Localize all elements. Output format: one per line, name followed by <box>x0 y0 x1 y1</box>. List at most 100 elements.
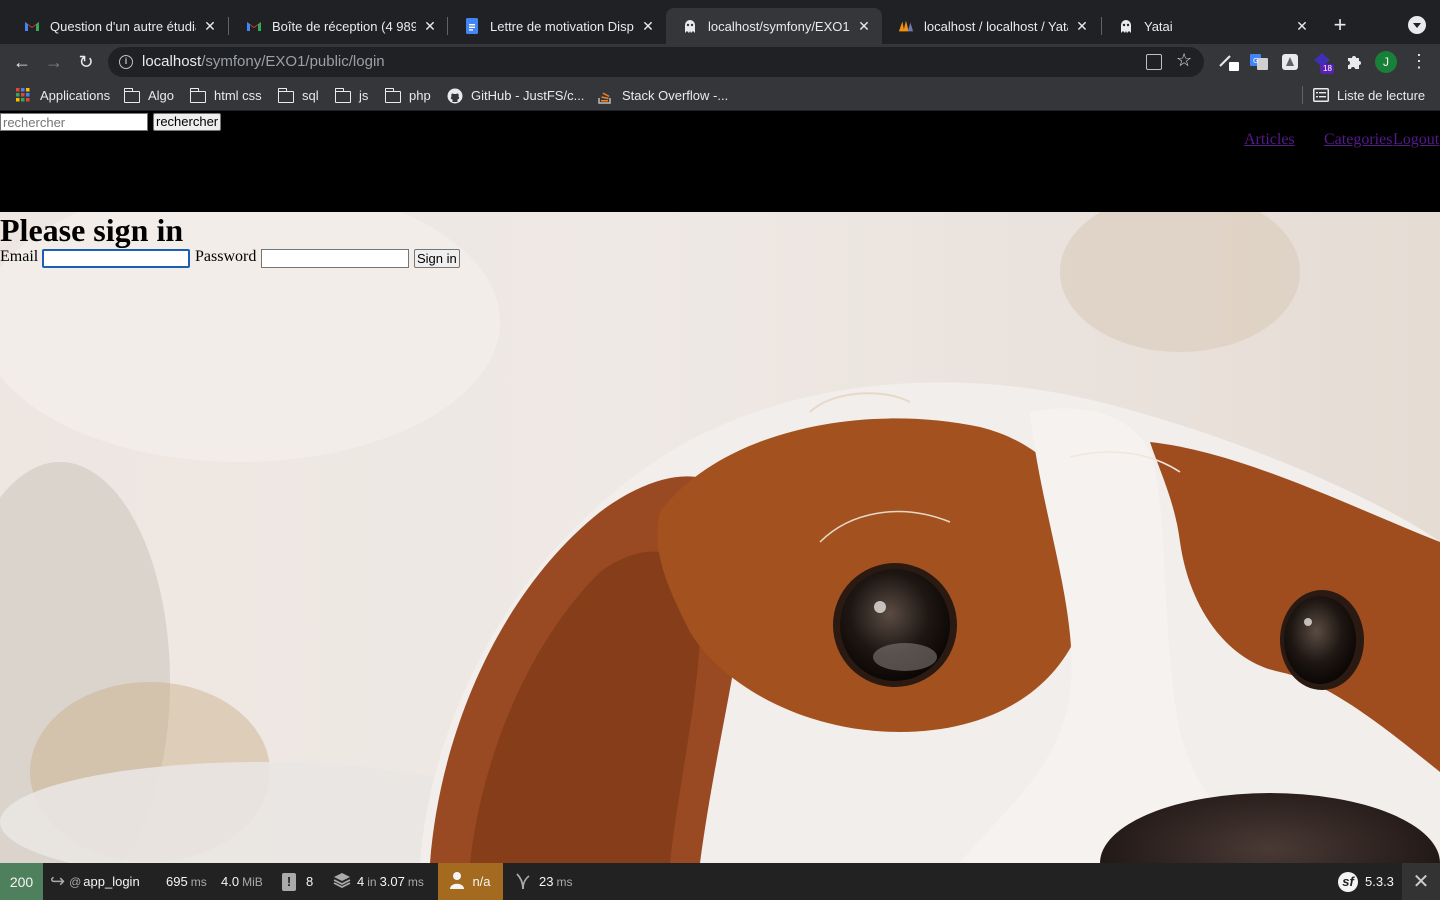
cache-time: 3.07 <box>379 874 405 889</box>
tab-gmail-question[interactable]: Question d'un autre étudiant ✕ <box>8 8 228 44</box>
folder-icon <box>189 87 206 103</box>
nav-link-categories[interactable]: Categories <box>1324 131 1392 149</box>
bookmarks-divider <box>1302 86 1303 104</box>
site-info-icon[interactable]: i <box>119 55 133 69</box>
bookmark-github[interactable]: GitHub - JustFS/c... <box>447 85 584 105</box>
status-code-badge[interactable]: 200 <box>0 863 43 900</box>
gmail-icon <box>246 18 262 34</box>
svg-text:G: G <box>1253 57 1258 65</box>
browser-toolbar: ← → ↻ i localhost/symfony/EXO1/public/lo… <box>0 44 1440 80</box>
bookmark-applications[interactable]: Applications <box>16 85 110 105</box>
tab-gmail-inbox[interactable]: Boîte de réception (4 989) ✕ <box>230 8 448 44</box>
folder-icon <box>277 87 294 103</box>
symfony-version: 5.3.3 <box>1365 874 1394 889</box>
tab-strip: Question d'un autre étudiant ✕ Boîte de … <box>0 0 1440 44</box>
symfony-debug-toolbar: 200 ↪ @ app_login 695 ms 4.0 MiB ! 8 4 i… <box>0 863 1440 900</box>
tab-title: Boîte de réception (4 989) <box>272 18 416 34</box>
menu-kebab-icon[interactable]: ⋮ <box>1410 50 1428 74</box>
close-icon[interactable]: ✕ <box>856 18 872 35</box>
sign-in-button[interactable]: Sign in <box>414 249 460 268</box>
apps-grid-icon <box>16 88 32 102</box>
cache-unit: ms <box>407 874 424 889</box>
close-icon[interactable]: ✕ <box>422 18 438 35</box>
url-host: localhost <box>142 53 202 70</box>
symfony-logo-icon: sf <box>1338 871 1358 892</box>
background-dog-photo: Please sign in Email Password Sign in <box>0 212 1440 863</box>
close-icon[interactable]: ✕ <box>1294 18 1310 35</box>
bookmark-label: html css <box>214 87 262 103</box>
page-title: Please sign in <box>0 212 184 248</box>
extensions-puzzle-icon[interactable] <box>1344 52 1364 72</box>
symfony-version-panel[interactable]: sf 5.3.3 <box>1338 863 1394 900</box>
memory-panel[interactable]: 4.0 MiB <box>221 863 263 900</box>
route-prefix: @ <box>69 874 82 889</box>
reading-list-button[interactable]: Liste de lecture <box>1313 85 1425 105</box>
url-path: /symfony/EXO1/public/login <box>201 53 385 70</box>
time-value: 695 <box>166 874 188 889</box>
bookmark-folder-php[interactable]: php <box>384 85 431 105</box>
twig-unit: ms <box>556 874 573 889</box>
tab-search-icon[interactable] <box>1408 16 1426 34</box>
close-icon[interactable]: ✕ <box>640 18 656 35</box>
github-icon <box>447 88 463 104</box>
translate-icon[interactable] <box>1146 54 1162 70</box>
back-arrow-icon[interactable]: ← <box>10 50 34 74</box>
bookmark-folder-html-css[interactable]: html css <box>189 85 262 105</box>
symfony-ghost-icon <box>1118 18 1134 34</box>
tab-title: localhost/symfony/EXO1/public <box>708 18 850 34</box>
phpmyadmin-icon <box>898 18 914 34</box>
cache-panel[interactable]: 4 in 3.07 ms <box>333 863 424 900</box>
bookmark-folder-sql[interactable]: sql <box>277 85 319 105</box>
tab-phpmyadmin[interactable]: localhost / localhost / Yatai ✕ <box>882 8 1100 44</box>
email-label: Email <box>0 248 39 265</box>
email-field[interactable] <box>42 249 190 268</box>
google-docs-icon <box>464 18 480 34</box>
tab-title: Question d'un autre étudiant <box>50 18 196 34</box>
close-toolbar-icon[interactable]: ✕ <box>1402 863 1440 900</box>
layers-icon <box>333 871 351 892</box>
folder-icon <box>384 87 401 103</box>
password-field[interactable] <box>261 249 409 268</box>
user-icon <box>450 871 465 892</box>
url-text[interactable]: localhost/symfony/EXO1/public/login <box>142 53 385 70</box>
logs-panel[interactable]: ! 8 <box>282 863 313 900</box>
bookmark-folder-algo[interactable]: Algo <box>123 85 175 105</box>
time-panel[interactable]: 695 ms <box>166 863 207 900</box>
tab-google-docs[interactable]: Lettre de motivation Display ✕ <box>448 8 666 44</box>
time-unit: ms <box>190 874 207 889</box>
tab-yatai[interactable]: Yatai ✕ <box>1102 8 1320 44</box>
bookmark-label: php <box>409 87 431 103</box>
route-panel[interactable]: ↪ @ app_login <box>50 863 140 900</box>
reading-list-label: Liste de lecture <box>1337 87 1426 103</box>
extension-page-icon[interactable] <box>1280 52 1300 72</box>
search-button[interactable]: rechercher <box>153 113 222 131</box>
folder-icon <box>123 87 140 103</box>
extension-pen-icon[interactable] <box>1218 52 1239 72</box>
extension-badge-icon[interactable]: 18 <box>1312 52 1334 74</box>
twig-panel[interactable]: 23 ms <box>515 863 572 900</box>
bookmark-folder-js[interactable]: js <box>334 85 368 105</box>
logs-warning-icon: ! <box>282 872 296 891</box>
address-bar[interactable]: i localhost/symfony/EXO1/public/login ☆ <box>108 47 1204 77</box>
bookmark-label: Algo <box>148 87 175 103</box>
close-icon[interactable]: ✕ <box>1074 18 1090 35</box>
nav-link-articles[interactable]: Articles <box>1244 131 1295 149</box>
bookmark-star-icon[interactable]: ☆ <box>1176 50 1192 71</box>
google-translate-extension-icon[interactable]: G <box>1249 52 1269 72</box>
twig-leaf-icon <box>515 871 531 892</box>
symfony-ghost-icon <box>682 18 698 34</box>
search-input[interactable] <box>0 113 148 131</box>
new-tab-plus-icon[interactable]: + <box>1328 14 1352 38</box>
tab-localhost-login[interactable]: localhost/symfony/EXO1/public ✕ <box>666 8 882 44</box>
nav-link-logout[interactable]: Logout <box>1393 131 1439 149</box>
twig-time: 23 <box>539 874 554 889</box>
memory-value: 4.0 <box>221 874 240 889</box>
bookmark-stackoverflow[interactable]: Stack Overflow -... <box>598 85 728 105</box>
folder-icon <box>334 87 351 103</box>
cache-in: in <box>367 874 377 889</box>
forward-arrow-icon[interactable]: → <box>42 50 66 74</box>
reload-icon[interactable]: ↻ <box>74 50 98 74</box>
profile-avatar[interactable]: J <box>1375 51 1397 73</box>
security-user-panel[interactable]: n/a <box>438 863 503 900</box>
close-icon[interactable]: ✕ <box>202 18 218 35</box>
